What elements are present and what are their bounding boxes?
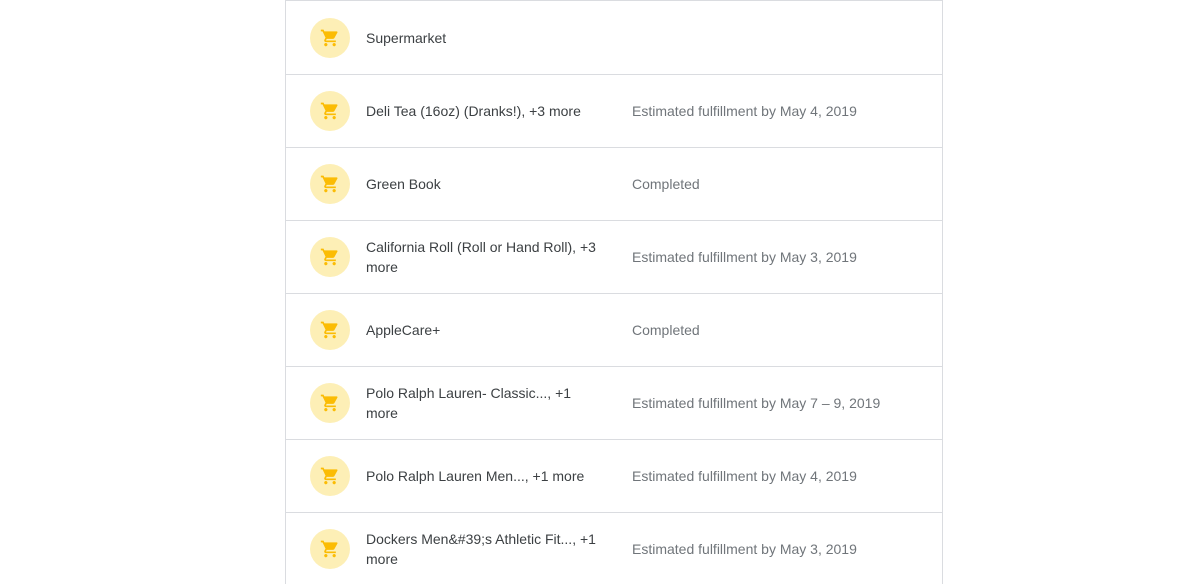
order-title: California Roll (Roll or Hand Roll), +3 … <box>366 239 596 275</box>
shopping-cart-icon <box>310 383 350 423</box>
order-row[interactable]: AppleCare+ Completed <box>286 294 942 367</box>
order-title: Deli Tea (16oz) (Dranks!), +3 more <box>366 103 581 119</box>
shopping-cart-icon <box>310 456 350 496</box>
shopping-cart-icon <box>310 164 350 204</box>
order-status: Estimated fulfillment by May 7 – 9, 2019 <box>632 395 881 411</box>
order-row[interactable]: Supermarket <box>286 1 942 75</box>
order-status: Completed <box>632 176 700 192</box>
shopping-cart-icon <box>310 529 350 569</box>
order-status: Estimated fulfillment by May 3, 2019 <box>632 249 857 265</box>
order-row[interactable]: Polo Ralph Lauren Men..., +1 more Estima… <box>286 440 942 513</box>
order-row[interactable]: Dockers Men&#39;s Athletic Fit..., +1 mo… <box>286 513 942 584</box>
order-row[interactable]: Green Book Completed <box>286 148 942 221</box>
order-title: Polo Ralph Lauren- Classic..., +1 more <box>366 385 572 421</box>
order-title: Green Book <box>366 176 441 192</box>
order-status: Estimated fulfillment by May 4, 2019 <box>632 103 857 119</box>
order-row[interactable]: Polo Ralph Lauren- Classic..., +1 more E… <box>286 367 942 440</box>
order-title: Polo Ralph Lauren Men..., +1 more <box>366 468 585 484</box>
shopping-cart-icon <box>310 91 350 131</box>
order-row[interactable]: Deli Tea (16oz) (Dranks!), +3 more Estim… <box>286 75 942 148</box>
shopping-cart-icon <box>310 17 350 58</box>
order-title: AppleCare+ <box>366 322 441 338</box>
shopping-cart-icon <box>310 310 350 350</box>
order-title: Dockers Men&#39;s Athletic Fit..., +1 mo… <box>366 531 596 567</box>
order-row[interactable]: California Roll (Roll or Hand Roll), +3 … <box>286 221 942 294</box>
order-status: Completed <box>632 322 700 338</box>
order-status: Estimated fulfillment by May 3, 2019 <box>632 541 857 557</box>
shopping-cart-icon <box>310 237 350 277</box>
order-status: Estimated fulfillment by May 4, 2019 <box>632 468 857 484</box>
order-title: Supermarket <box>366 29 447 46</box>
order-list: Supermarket Deli Tea (16oz) (Dranks!), +… <box>285 0 943 584</box>
